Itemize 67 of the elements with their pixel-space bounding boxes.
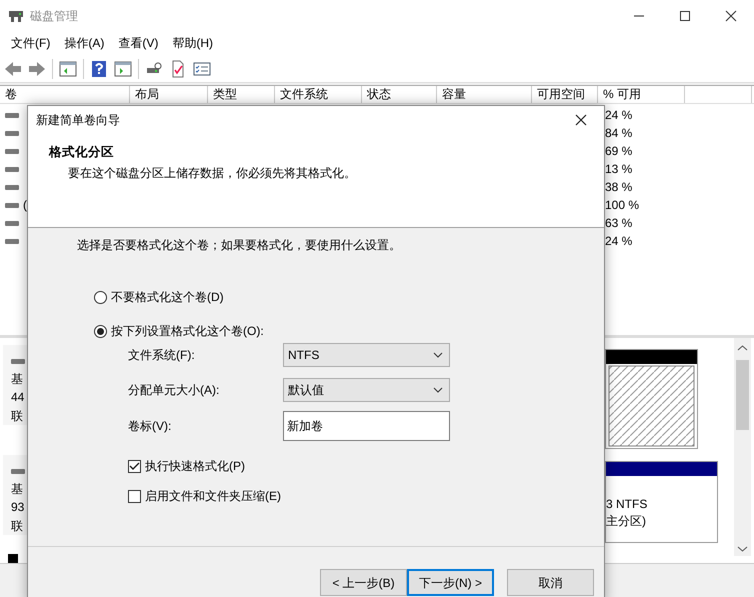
checkbox-label[interactable]: 启用文件和文件夹压缩(E) bbox=[145, 487, 281, 505]
disk-label: 93 bbox=[11, 499, 26, 516]
wizard-button[interactable]: 取消 bbox=[507, 569, 594, 596]
scroll-thumb[interactable] bbox=[736, 360, 749, 430]
dialog-title: 新建简单卷向导 bbox=[36, 112, 120, 128]
disk-management-icon bbox=[8, 8, 24, 22]
partition-block[interactable]: 3 NTFS 主分区) bbox=[605, 461, 718, 543]
scrollbar[interactable] bbox=[734, 338, 751, 556]
column-header[interactable]: 类型 bbox=[208, 86, 275, 103]
disk-label: 基 bbox=[11, 480, 24, 498]
caret-icon bbox=[433, 387, 443, 393]
table-cell-text: 84 % bbox=[604, 125, 632, 142]
radio-label[interactable]: 不要格式化这个卷(D) bbox=[111, 288, 224, 306]
dropdown[interactable]: NTFS bbox=[283, 343, 450, 367]
page-heading: 格式化分区 bbox=[49, 144, 115, 161]
disk-label: 44 bbox=[11, 389, 26, 406]
column-header[interactable]: 卷 bbox=[0, 86, 130, 103]
column-header[interactable]: 布局 bbox=[130, 86, 208, 103]
column-header[interactable]: % 可用 bbox=[598, 86, 685, 103]
panel-icon[interactable] bbox=[114, 60, 132, 78]
menu-item[interactable]: 查看(V) bbox=[111, 34, 166, 52]
properties-icon[interactable] bbox=[193, 60, 211, 78]
table-cell-text: 24 % bbox=[604, 233, 632, 250]
text-field[interactable]: 新加卷 bbox=[283, 411, 450, 441]
partition-block[interactable] bbox=[605, 349, 698, 449]
field-label: 卷标(V): bbox=[128, 418, 172, 435]
menu-item[interactable]: 文件(F) bbox=[4, 34, 58, 52]
partition-info: 主分区) bbox=[606, 512, 647, 530]
table-cell-text: 13 % bbox=[604, 161, 632, 178]
checkbox[interactable] bbox=[128, 460, 141, 472]
table-cell-text: 69 % bbox=[604, 143, 632, 160]
back-icon[interactable] bbox=[4, 60, 22, 78]
page-description: 要在这个磁盘分区上储存数据，你必须先将其格式化。 bbox=[68, 164, 357, 182]
table-cell-text: 63 % bbox=[604, 215, 632, 232]
window-title: 磁盘管理 bbox=[30, 8, 79, 24]
table-cell-text: 100 % bbox=[604, 197, 640, 214]
close-icon bbox=[575, 114, 587, 126]
column-header[interactable]: 容量 bbox=[437, 86, 532, 103]
instruction-text: 选择是否要格式化这个卷；如果要格式化，要使用什么设置。 bbox=[77, 237, 402, 254]
menu-item[interactable]: 帮助(H) bbox=[165, 34, 220, 52]
help-icon[interactable] bbox=[90, 60, 108, 78]
field-label: 分配单元大小(A): bbox=[128, 382, 220, 399]
menu-item[interactable]: 操作(A) bbox=[57, 34, 112, 52]
caret-icon bbox=[433, 352, 443, 358]
close-icon bbox=[725, 10, 737, 22]
radio-label[interactable]: 按下列设置格式化这个卷(O): bbox=[111, 322, 264, 340]
maximize-icon bbox=[679, 10, 691, 22]
column-header[interactable]: 状态 bbox=[362, 86, 437, 103]
column-header[interactable]: 文件系统 bbox=[275, 86, 362, 103]
table-cell-text: 24 % bbox=[604, 107, 632, 124]
field-label: 文件系统(F): bbox=[128, 347, 196, 364]
disk-label: 基 bbox=[11, 370, 24, 388]
table-cell-text: ( bbox=[23, 197, 27, 214]
wizard-button[interactable]: 下一步(N) > bbox=[407, 569, 494, 596]
partition-info: 3 NTFS bbox=[606, 496, 648, 513]
dropdown[interactable]: 默认值 bbox=[283, 378, 450, 402]
panel-icon[interactable] bbox=[59, 60, 77, 78]
column-header[interactable]: 可用空间 bbox=[532, 86, 598, 103]
table-cell-text: 38 % bbox=[604, 179, 632, 196]
forward-icon[interactable] bbox=[28, 60, 46, 78]
checkbox-label[interactable]: 执行快速格式化(P) bbox=[145, 457, 245, 475]
disk-label: 联 bbox=[11, 518, 24, 535]
radio-button[interactable] bbox=[94, 324, 107, 338]
disk-label: 联 bbox=[11, 408, 24, 425]
radio-button[interactable] bbox=[94, 290, 107, 304]
checkbox[interactable] bbox=[128, 490, 141, 502]
wizard-button[interactable]: < 上一步(B) bbox=[320, 569, 407, 596]
